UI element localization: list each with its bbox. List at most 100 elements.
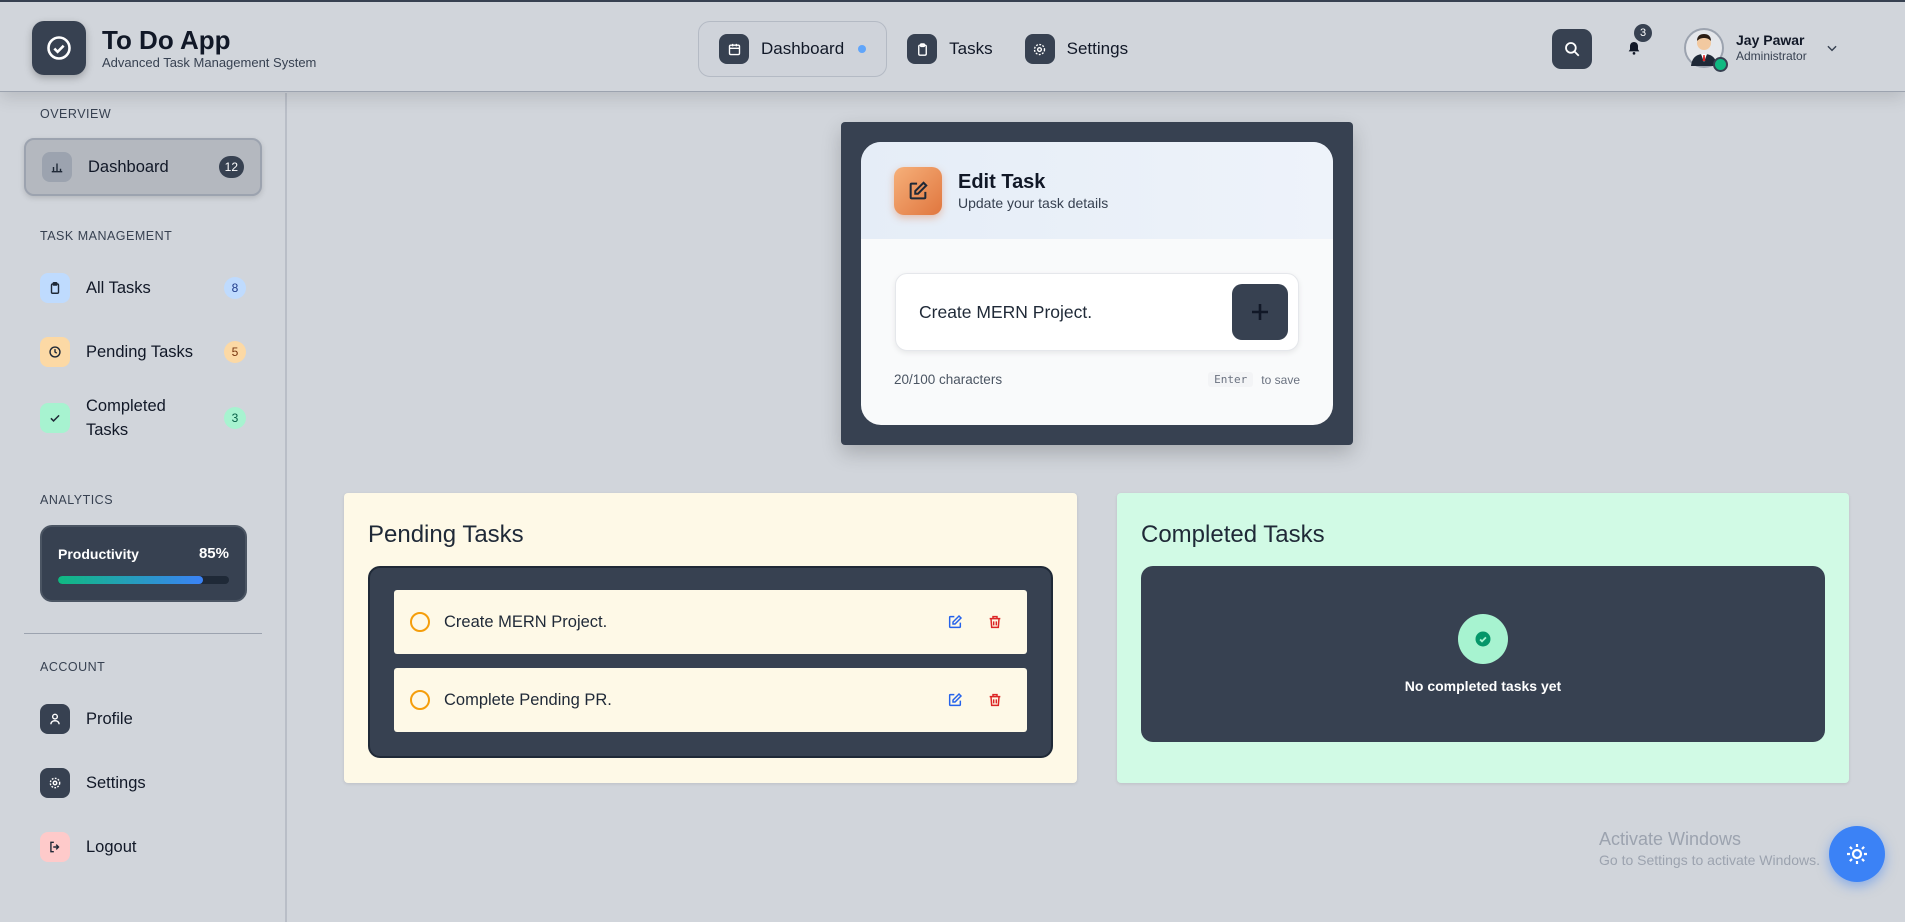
clipboard-icon xyxy=(40,273,70,303)
productivity-progress-fill xyxy=(58,576,204,584)
productivity-label: Productivity xyxy=(58,545,139,562)
brand[interactable]: To Do App Advanced Task Management Syste… xyxy=(32,21,316,75)
sidebar-item-dashboard[interactable]: Dashboard 12 xyxy=(24,138,262,196)
gear-icon xyxy=(1024,34,1055,64)
count-badge: 5 xyxy=(224,341,246,363)
section-label-account: ACCOUNT xyxy=(40,660,106,674)
sun-icon xyxy=(1847,844,1867,864)
sidebar-item-profile[interactable]: Profile xyxy=(24,690,262,748)
count-badge: 8 xyxy=(224,277,246,299)
completed-empty-state: No completed tasks yet xyxy=(1141,566,1825,742)
trash-icon xyxy=(989,693,1001,707)
sidebar-item-pending-tasks[interactable]: Pending Tasks 5 xyxy=(24,323,262,381)
sidebar-item-completed-tasks[interactable]: Completed Tasks 3 xyxy=(24,387,262,449)
online-status-indicator xyxy=(1713,57,1728,72)
watermark-line-2: Go to Settings to activate Windows. xyxy=(1599,852,1820,868)
productivity-value: 85% xyxy=(198,545,229,562)
user-name: Jay Pawar xyxy=(1736,32,1805,48)
edit-icon xyxy=(948,692,963,707)
sidebar-item-label: Profile xyxy=(86,710,133,728)
search-button[interactable] xyxy=(1552,29,1592,69)
save-task-button[interactable] xyxy=(1232,284,1288,340)
task-text: Complete Pending PR. xyxy=(444,690,612,709)
edit-task-title: Edit Task xyxy=(958,170,1046,193)
sidebar-item-label: Completed Tasks xyxy=(86,397,166,439)
sidebar-item-label: Pending Tasks xyxy=(86,343,194,361)
nav-settings-label: Settings xyxy=(1066,39,1129,58)
sidebar-item-all-tasks[interactable]: All Tasks 8 xyxy=(24,259,262,317)
productivity-card: Productivity 85% xyxy=(40,525,247,602)
save-hint-text: to save xyxy=(1261,372,1300,387)
section-label-overview: OVERVIEW xyxy=(40,107,112,121)
plus-icon xyxy=(1252,304,1268,320)
bar-chart-icon xyxy=(42,152,72,182)
completed-tasks-title: Completed Tasks xyxy=(1141,521,1325,548)
enter-key-hint: Enter xyxy=(1208,372,1254,387)
bell-icon xyxy=(1628,42,1640,55)
count-badge: 3 xyxy=(224,407,246,429)
sidebar-item-logout[interactable]: Logout xyxy=(24,818,262,876)
sidebar-item-label: Logout xyxy=(86,838,137,856)
pending-tasks-panel: Pending Tasks Create MERN Project. Compl… xyxy=(344,493,1077,783)
empty-state-text: No completed tasks yet xyxy=(1404,678,1562,694)
nav-dashboard[interactable]: Dashboard xyxy=(698,21,888,77)
task-status-circle[interactable] xyxy=(410,612,430,632)
nav-tasks-label: Tasks xyxy=(949,39,993,58)
watermark-line-1: Activate Windows xyxy=(1599,829,1742,849)
edit-task-card: Edit Task Update your task details 20/10… xyxy=(861,142,1333,425)
task-input[interactable] xyxy=(919,301,1232,323)
top-bar: To Do App Advanced Task Management Syste… xyxy=(0,0,1905,92)
check-icon xyxy=(40,403,70,433)
clipboard-icon xyxy=(907,34,938,64)
app-subtitle: Advanced Task Management System xyxy=(102,55,317,70)
edit-task-button[interactable] xyxy=(943,610,967,634)
user-role: Administrator xyxy=(1736,49,1807,63)
sidebar-item-label: All Tasks xyxy=(86,279,151,297)
nav-settings[interactable]: Settings xyxy=(1013,21,1140,77)
edit-task-header: Edit Task Update your task details xyxy=(861,142,1333,239)
sidebar-item-label: Dashboard xyxy=(88,158,169,176)
app-title: To Do App xyxy=(102,25,231,55)
task-item: Create MERN Project. xyxy=(394,590,1027,654)
task-item: Complete Pending PR. xyxy=(394,668,1027,732)
productivity-progress-bar xyxy=(58,576,229,584)
sidebar-item-settings[interactable]: Settings xyxy=(24,754,262,812)
nav-dashboard-label: Dashboard xyxy=(761,39,845,58)
calendar-icon xyxy=(719,34,749,64)
count-badge: 12 xyxy=(218,156,244,178)
task-text: Create MERN Project. xyxy=(444,612,608,631)
avatar xyxy=(1684,28,1728,72)
user-icon xyxy=(40,704,70,734)
search-icon xyxy=(1565,42,1580,57)
check-circle-icon xyxy=(1458,614,1508,664)
clock-icon xyxy=(40,337,70,367)
trash-icon xyxy=(989,615,1001,629)
edit-icon xyxy=(948,614,963,629)
task-status-circle[interactable] xyxy=(410,690,430,710)
section-label-analytics: ANALYTICS xyxy=(40,493,114,507)
user-menu[interactable]: Jay Pawar Administrator xyxy=(1684,28,1839,72)
edit-task-subtitle: Update your task details xyxy=(958,194,1109,211)
task-input-wrapper xyxy=(895,273,1299,351)
delete-task-button[interactable] xyxy=(983,688,1007,712)
pending-tasks-title: Pending Tasks xyxy=(368,521,524,548)
completed-tasks-panel: Completed Tasks No completed tasks yet xyxy=(1117,493,1849,783)
sidebar: OVERVIEW Dashboard 12 TASK MANAGEMENT Al… xyxy=(0,93,287,922)
top-nav: Dashboard Tasks Settings xyxy=(698,21,1148,77)
gear-icon xyxy=(40,768,70,798)
divider xyxy=(24,633,262,634)
chevron-down-icon[interactable] xyxy=(1825,41,1839,55)
check-circle-icon xyxy=(32,21,86,75)
edit-icon xyxy=(894,166,942,215)
sidebar-item-label: Settings xyxy=(86,774,146,792)
save-hint: Enter to save xyxy=(1208,372,1300,387)
delete-task-button[interactable] xyxy=(983,610,1007,634)
edit-task-button[interactable] xyxy=(943,688,967,712)
nav-tasks[interactable]: Tasks xyxy=(895,21,1004,77)
pending-tasks-list: Create MERN Project. Complete Pending PR… xyxy=(368,566,1053,758)
theme-toggle-button[interactable] xyxy=(1829,826,1885,882)
windows-activation-watermark: Activate Windows Go to Settings to activ… xyxy=(1599,828,1820,870)
active-dot xyxy=(858,45,867,53)
section-label-task-management: TASK MANAGEMENT xyxy=(40,229,173,243)
logout-icon xyxy=(40,832,70,862)
